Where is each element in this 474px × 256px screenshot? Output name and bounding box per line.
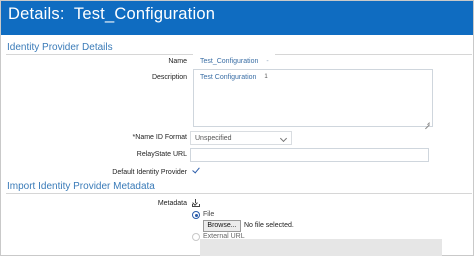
import-metadata-heading: Import Identity Provider Metadata (7, 181, 155, 192)
external-url-input[interactable] (200, 239, 442, 256)
description-label: Description (151, 74, 187, 81)
chevron-down-icon (279, 134, 288, 143)
name-field[interactable]: Test_Configuration - (193, 54, 275, 67)
description-textarea[interactable]: Test Configuration 1 (193, 69, 433, 127)
default-identity-provider-label: Default Identity Provider (112, 169, 187, 176)
file-status: No file selected. (244, 222, 294, 229)
resize-handle-icon[interactable] (424, 119, 430, 125)
file-radio[interactable] (192, 211, 200, 219)
name-label: Name (168, 58, 187, 65)
external-url-radio[interactable] (192, 233, 200, 241)
relaystate-url-label: RelayState URL (136, 151, 187, 158)
description-value: Test Configuration (200, 74, 257, 81)
identity-provider-details-heading: Identity Provider Details (7, 42, 113, 53)
section-divider (6, 193, 472, 194)
relaystate-url-input[interactable] (190, 148, 429, 162)
download-icon[interactable] (192, 199, 200, 207)
metadata-label: Metadata (157, 200, 187, 207)
name-id-format-value: Unspecified (195, 135, 232, 142)
page-title: Details: Test_Configuration (8, 5, 216, 23)
name-marker: - (266, 58, 269, 65)
dialog-frame (0, 0, 474, 256)
name-id-format-select[interactable]: Unspecified (190, 131, 292, 145)
details-header: Details: Test_Configuration (1, 1, 473, 35)
description-marker: 1 (264, 74, 268, 80)
browse-button[interactable]: Browse... (203, 220, 241, 232)
name-value: Test_Configuration (200, 58, 259, 65)
default-identity-provider-checkbox[interactable] (192, 166, 201, 175)
file-radio-label: File (203, 211, 215, 218)
name-id-format-label: *Name ID Format (132, 134, 187, 141)
